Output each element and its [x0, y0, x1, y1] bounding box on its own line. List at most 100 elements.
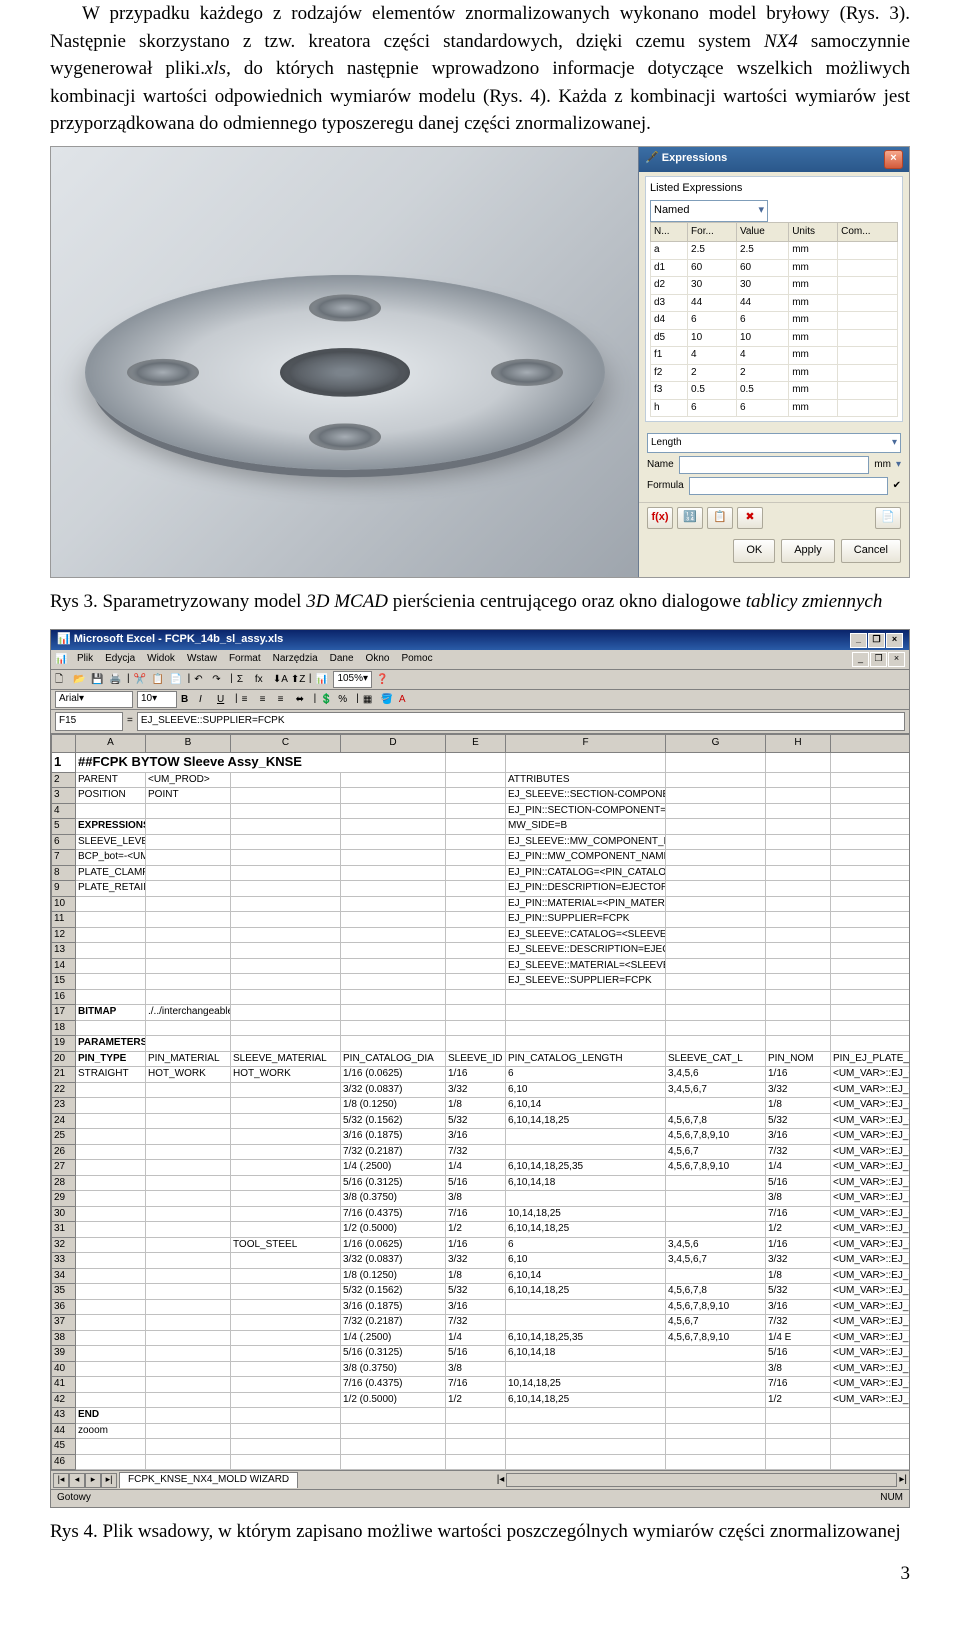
new-icon[interactable]: 🗋: [55, 673, 69, 687]
paste-icon[interactable]: 📄: [170, 673, 184, 687]
table-row[interactable]: 245/32 (0.1562)5/326,10,14,18,254,5,6,7,…: [52, 1113, 910, 1129]
underline-icon[interactable]: U: [217, 693, 231, 707]
filter-select[interactable]: Named ▾: [650, 200, 768, 222]
font-select[interactable]: Arial ▾: [55, 691, 133, 708]
menu-item[interactable]: Format: [225, 652, 265, 667]
save-icon[interactable]: 💾: [91, 673, 105, 687]
hscrollbar[interactable]: [506, 1473, 897, 1487]
cancel-button[interactable]: Cancel: [841, 539, 901, 563]
table-row[interactable]: 1##FCPK BYTOW Sleeve Assy_KNSE: [52, 752, 910, 772]
table-row[interactable]: 21STRAIGHTHOT_WORKHOT_WORK1/16 (0.0625)1…: [52, 1067, 910, 1083]
table-row[interactable]: 403/8 (0.3750)3/83/8<UM_VAR>::EJ_CLEARAN…: [52, 1361, 910, 1377]
menu-item[interactable]: Pomoc: [397, 652, 436, 667]
table-row[interactable]: 43END: [52, 1408, 910, 1424]
table-row[interactable]: 231/8 (0.1250)1/86,10,141/8<UM_VAR>::EJ_…: [52, 1098, 910, 1114]
print-icon[interactable]: 🖨️: [109, 673, 123, 687]
table-row[interactable]: 45: [52, 1439, 910, 1455]
cut-icon[interactable]: ✂️: [134, 673, 148, 687]
size-select[interactable]: 10 ▾: [137, 691, 177, 708]
menu-item[interactable]: Dane: [326, 652, 358, 667]
table-row[interactable]: 223/32 (0.0837)3/326,103,4,5,6,73/32<UM_…: [52, 1082, 910, 1098]
table-row[interactable]: f30.50.5mm: [651, 382, 898, 400]
align-right-icon[interactable]: ≡: [278, 693, 292, 707]
fx-icon[interactable]: f(x): [647, 507, 673, 529]
minimize-icon[interactable]: _: [852, 652, 869, 667]
table-row[interactable]: 293/8 (0.3750)3/83/8<UM_VAR>::EJ_CLEARAN…: [52, 1191, 910, 1207]
chevron-down-icon[interactable]: ▾: [896, 458, 901, 473]
table-row[interactable]: 11EJ_PIN::SUPPLIER=FCPK: [52, 912, 910, 928]
table-row[interactable]: h66mm: [651, 399, 898, 417]
type-select[interactable]: Length▾: [647, 433, 901, 453]
formatting-toolbar[interactable]: Arial ▾ 10 ▾ B I U | ≡ ≡ ≡ ⬌ | 💲 % | ▦ 🪣…: [51, 690, 909, 710]
list-icon[interactable]: 📋: [707, 507, 733, 529]
table-row[interactable]: 5EXPRESSIONSMW_SIDE=B: [52, 819, 910, 835]
menu-item[interactable]: Edycja: [101, 652, 139, 667]
copy-icon[interactable]: 📋: [152, 673, 166, 687]
close-icon[interactable]: ×: [888, 652, 905, 667]
next-tab-icon[interactable]: ▸: [85, 1473, 101, 1488]
expressions-table[interactable]: N...For...ValueUnitsCom...a2.52.5mmd1606…: [650, 222, 898, 418]
fill-color-icon[interactable]: 🪣: [381, 693, 395, 707]
table-row[interactable]: 333/32 (0.0837)3/326,103,4,5,6,73/32<UM_…: [52, 1253, 910, 1269]
menu-bar[interactable]: 📊 PlikEdycjaWidokWstawFormatNarzędziaDan…: [51, 650, 909, 670]
table-row[interactable]: 271/4 (.2500)1/46,10,14,18,25,354,5,6,7,…: [52, 1160, 910, 1176]
table-row[interactable]: 19PARAMETERS: [52, 1036, 910, 1052]
sheet-icon[interactable]: 📄: [875, 507, 901, 529]
table-row[interactable]: a2.52.5mm: [651, 242, 898, 260]
sheet-tab[interactable]: FCPK_KNSE_NX4_MOLD WIZARD: [119, 1472, 298, 1488]
table-row[interactable]: 363/16 (0.1875)3/164,5,6,7,8,9,103/16<UM…: [52, 1299, 910, 1315]
table-row[interactable]: 4EJ_PIN::SECTION-COMPONENT=NO: [52, 803, 910, 819]
menu-item[interactable]: Wstaw: [183, 652, 221, 667]
table-row[interactable]: 32TOOL_STEEL1/16 (0.0625)1/1663,4,5,61/1…: [52, 1237, 910, 1253]
table-row[interactable]: 10EJ_PIN::MATERIAL=<PIN_MATERIAL>: [52, 896, 910, 912]
maximize-icon[interactable]: ❐: [868, 633, 885, 648]
align-center-icon[interactable]: ≡: [260, 693, 274, 707]
table-row[interactable]: d16060mm: [651, 259, 898, 277]
standard-toolbar[interactable]: 🗋 📂 💾 🖨️ | ✂️ 📋 📄 | ↶ ↷ | Σ fx ⬇A ⬆Z | 📊…: [51, 670, 909, 690]
expressions-titlebar[interactable]: 🖋️ Expressions ×: [639, 147, 909, 172]
fx-icon[interactable]: fx: [255, 673, 269, 687]
menu-item[interactable]: Plik: [73, 652, 97, 667]
table-row[interactable]: 13EJ_SLEEVE::DESCRIPTION=EJECTOR SLEEVE: [52, 943, 910, 959]
open-icon[interactable]: 📂: [73, 673, 87, 687]
table-row[interactable]: 17BITMAP./../interchangeable/ej_pin/bitm…: [52, 1005, 910, 1021]
table-row[interactable]: d51010mm: [651, 329, 898, 347]
sort-asc-icon[interactable]: ⬇A: [273, 673, 287, 687]
redo-icon[interactable]: ↷: [212, 673, 226, 687]
table-row[interactable]: 46: [52, 1454, 910, 1470]
tab-nav[interactable]: |◂ ◂ ▸ ▸|: [53, 1473, 117, 1488]
table-row[interactable]: 3POSITIONPOINTEJ_SLEEVE::SECTION-COMPONE…: [52, 788, 910, 804]
table-row[interactable]: f222mm: [651, 364, 898, 382]
table-row[interactable]: 377/32 (0.2187)7/324,5,6,77/32<UM_VAR>::…: [52, 1315, 910, 1331]
delete-icon[interactable]: ✖: [737, 507, 763, 529]
formula-input[interactable]: [689, 477, 888, 495]
table-row[interactable]: 355/32 (0.1562)5/326,10,14,18,254,5,6,7,…: [52, 1284, 910, 1300]
table-row[interactable]: 285/16 (0.3125)5/166,10,14,185/16<UM_VAR…: [52, 1175, 910, 1191]
ok-button[interactable]: OK: [733, 539, 775, 563]
menu-item[interactable]: Okno: [362, 652, 394, 667]
percent-icon[interactable]: %: [338, 693, 352, 707]
prev-tab-icon[interactable]: ◂: [69, 1473, 85, 1488]
table-row[interactable]: 44zooom: [52, 1423, 910, 1439]
sum-icon[interactable]: Σ: [237, 673, 251, 687]
table-row[interactable]: 12EJ_SLEEVE::CATALOG=<SLEEVE_CATALOG> / …: [52, 927, 910, 943]
cad-viewport[interactable]: [51, 147, 638, 577]
menu-item[interactable]: Widok: [143, 652, 179, 667]
menu-item[interactable]: Narzędzia: [269, 652, 322, 667]
name-input[interactable]: [679, 456, 870, 474]
close-icon[interactable]: ×: [886, 633, 903, 648]
minimize-icon[interactable]: _: [850, 633, 867, 648]
table-row[interactable]: d23030mm: [651, 277, 898, 295]
table-row[interactable]: 395/16 (0.3125)5/166,10,14,185/16<UM_VAR…: [52, 1346, 910, 1362]
align-left-icon[interactable]: ≡: [242, 693, 256, 707]
table-row[interactable]: 18: [52, 1020, 910, 1036]
hscroll-right-icon[interactable]: ▸|: [899, 1473, 907, 1488]
font-color-icon[interactable]: A: [399, 693, 413, 707]
table-row[interactable]: 417/16 (0.4375)7/1610,14,18,257/16<UM_VA…: [52, 1377, 910, 1393]
sort-desc-icon[interactable]: ⬆Z: [291, 673, 305, 687]
table-row[interactable]: 267/32 (0.2187)7/324,5,6,77/32<UM_VAR>::…: [52, 1144, 910, 1160]
table-row[interactable]: 9PLATE_RETAINER_THICK=<UM_MOLDBASE>::EJA…: [52, 881, 910, 897]
chart-icon[interactable]: 📊: [315, 673, 329, 687]
merge-icon[interactable]: ⬌: [296, 693, 310, 707]
last-tab-icon[interactable]: ▸|: [101, 1473, 117, 1488]
